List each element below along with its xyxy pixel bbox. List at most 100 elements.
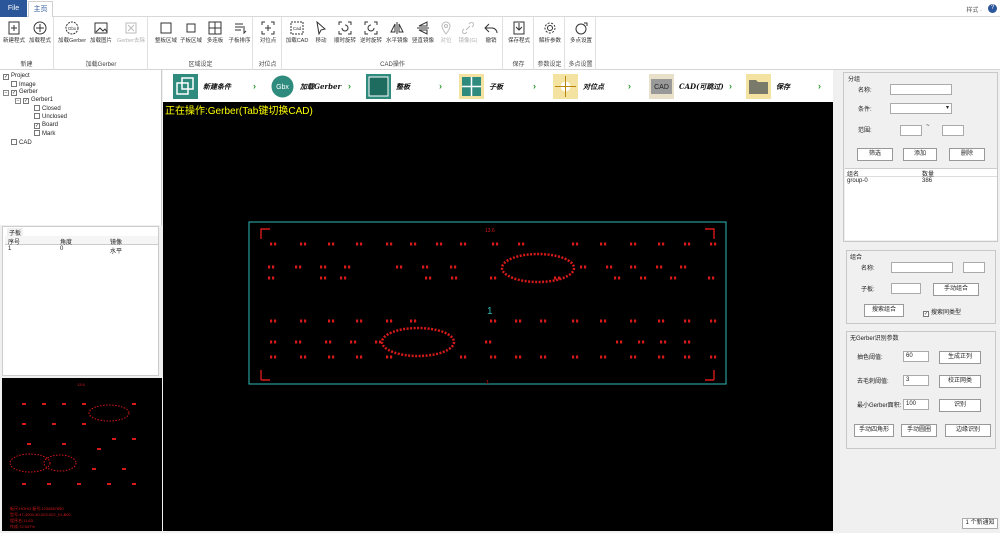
pad xyxy=(604,242,607,246)
combine-subboard-input[interactable] xyxy=(891,283,921,294)
tree-item-gerber[interactable]: − ✓ Gerber xyxy=(3,89,38,96)
group-name-input[interactable] xyxy=(890,84,952,95)
burr-input[interactable]: 3 xyxy=(903,375,929,386)
subboard-sort-button[interactable]: 子板排序 xyxy=(226,19,253,55)
combine-name-input[interactable] xyxy=(891,262,953,273)
tree-item-image[interactable]: Image xyxy=(11,81,36,88)
tree-item-unclosed[interactable]: Unclosed xyxy=(34,113,67,120)
search-combine-button[interactable]: 搜索组合 xyxy=(864,304,904,317)
pad xyxy=(688,319,691,323)
pad xyxy=(464,242,467,246)
condition-select[interactable]: ▾ xyxy=(890,103,952,114)
checkbox[interactable]: ✓ xyxy=(23,98,29,104)
cell-mirror: 水平 xyxy=(110,249,123,255)
location-pin-icon xyxy=(441,21,451,35)
fiducial-icon xyxy=(261,21,275,35)
pad xyxy=(544,319,547,323)
collapse-icon[interactable]: − xyxy=(15,98,21,104)
tree-item-cad[interactable]: CAD xyxy=(11,139,32,146)
checkbox[interactable] xyxy=(34,105,40,111)
mini-preview[interactable]: 13.6 板尺:HOHO 板号:1234567890 型号:47-4000-30… xyxy=(2,378,162,531)
subboard-region-icon xyxy=(186,23,196,33)
checkbox[interactable] xyxy=(11,139,17,145)
mirror-vertical-button[interactable]: 竖直镜像 xyxy=(410,19,436,55)
manual-rect-button[interactable]: 手动四角形 xyxy=(854,424,894,437)
pad xyxy=(410,242,413,246)
save-program-button[interactable]: 保存程式 xyxy=(505,19,533,55)
add-button[interactable]: 添加 xyxy=(903,148,937,161)
tab-home[interactable]: 主页 xyxy=(28,1,53,17)
mirror-horizontal-button[interactable]: 水平镜像 xyxy=(384,19,410,55)
mirror-g-button[interactable]: 镜像(G) xyxy=(456,19,480,55)
checkbox[interactable] xyxy=(34,130,40,136)
collapse-icon[interactable]: − xyxy=(3,90,9,96)
correct-button[interactable]: 校正网类 xyxy=(939,375,981,388)
manual-circle-button[interactable]: 手动圆圈 xyxy=(901,424,937,437)
mini-pad xyxy=(47,483,51,485)
checkbox[interactable]: ✓ xyxy=(34,123,40,129)
mini-pad xyxy=(22,483,26,485)
load-program-button[interactable]: 加载程式 xyxy=(27,19,53,55)
fiducial-button[interactable]: 对位点 xyxy=(255,19,281,55)
load-gerber-button[interactable]: Gbx 加载Gerber xyxy=(57,19,87,55)
threshold-input[interactable]: 60 xyxy=(903,351,929,362)
multipoint-button[interactable]: 多点设置 xyxy=(567,19,595,55)
save-icon xyxy=(513,21,525,35)
pad xyxy=(268,265,271,269)
checkbox[interactable]: ✓ xyxy=(3,74,9,80)
pad xyxy=(270,355,273,359)
pad xyxy=(328,319,331,323)
tree-item-gerber1[interactable]: − ✓ Gerber1 xyxy=(15,97,53,104)
load-cad-button[interactable]: Cad 加载CAD xyxy=(284,19,310,55)
area-input[interactable]: 100 xyxy=(903,399,929,410)
multi-board-button[interactable]: 多连板 xyxy=(203,19,227,55)
align-button[interactable]: 对位 xyxy=(436,19,456,55)
pad xyxy=(634,319,637,323)
filter-button[interactable]: 筛选 xyxy=(857,148,893,161)
tree-item-board[interactable]: ✓ Board xyxy=(34,122,58,129)
tree-item-mark[interactable]: Mark xyxy=(34,130,55,137)
gerber-canvas[interactable]: 正在操作:Gerber(Tab键切换CAD) 13.6 1 1 xyxy=(163,102,833,531)
tree-item-project[interactable]: ✓ Project xyxy=(3,73,30,80)
manual-combine-button[interactable]: 手动组合 xyxy=(933,283,979,296)
pad xyxy=(274,355,277,359)
subboard-region-button[interactable]: 子板区域 xyxy=(178,19,204,55)
cell-group: group-0 xyxy=(847,178,868,184)
generate-button[interactable]: 生成正列 xyxy=(939,351,981,364)
load-image-button[interactable]: 加载图片 xyxy=(87,19,115,55)
delete-button[interactable]: 删除 xyxy=(949,148,985,161)
ribbon-group-label: 加载Gerber xyxy=(85,62,117,68)
board-region-button[interactable]: 整板区域 xyxy=(153,19,179,55)
combine-extra-input[interactable] xyxy=(963,262,985,273)
svg-text:CAD: CAD xyxy=(654,84,669,91)
parse-params-button[interactable]: 解析参数 xyxy=(536,19,564,55)
mini-pad xyxy=(82,423,86,425)
tree-item-closed[interactable]: Closed xyxy=(34,105,61,112)
recognize-button[interactable]: 识别 xyxy=(939,399,981,412)
tab-file[interactable]: File xyxy=(0,0,27,17)
checkbox[interactable] xyxy=(11,81,17,87)
subboard-step-icon xyxy=(459,74,484,99)
pad xyxy=(460,242,463,246)
remove-gerber-button[interactable]: Gerber去除 xyxy=(115,19,147,55)
rotate-ccw-button[interactable]: 逆时旋转 xyxy=(358,19,384,55)
board-outline xyxy=(248,221,727,385)
undo-button[interactable]: 撤销 xyxy=(480,19,502,55)
style-menu[interactable]: 样式 · xyxy=(966,5,982,14)
table-row[interactable]: 1 0 水平 xyxy=(5,245,158,255)
help-icon[interactable]: ? xyxy=(988,4,997,13)
range-min-input[interactable] xyxy=(900,125,922,136)
same-type-checkbox[interactable]: ✓ 搜索同类型 xyxy=(923,307,961,317)
rotate-cw-button[interactable]: 顺时旋转 xyxy=(332,19,358,55)
notification-status[interactable]: 1 个新通知 xyxy=(962,518,998,529)
checkbox[interactable]: ✓ xyxy=(11,90,17,96)
move-button[interactable]: 移动 xyxy=(310,19,332,55)
table-row[interactable]: group-0 386 xyxy=(845,178,997,186)
range-max-input[interactable] xyxy=(942,125,964,136)
checkbox[interactable] xyxy=(34,113,40,119)
subboard-label: 子板: xyxy=(861,287,875,293)
edge-recognize-button[interactable]: 边缘识别 xyxy=(945,424,991,437)
new-program-button[interactable]: 新建程式 xyxy=(1,19,27,55)
gerber-step-icon: Gbx xyxy=(271,75,294,98)
pad xyxy=(414,319,417,323)
